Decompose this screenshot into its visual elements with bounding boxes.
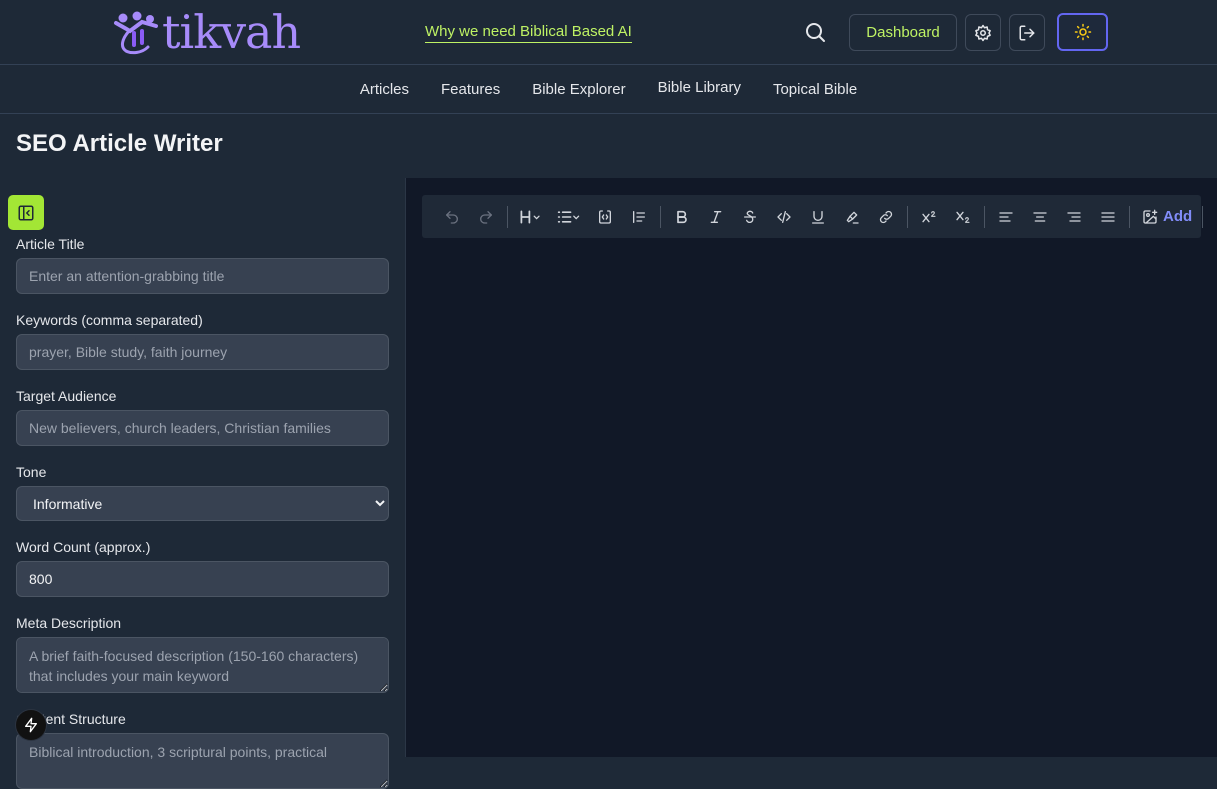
toolbar-separator: [1202, 205, 1204, 228]
article-editor[interactable]: Add: [406, 178, 1217, 757]
align-right-button[interactable]: [1061, 204, 1087, 230]
nav-item-bible-explorer[interactable]: Bible Explorer: [532, 81, 625, 98]
add-image-button[interactable]: Add: [1142, 208, 1192, 225]
logout-icon: [1019, 25, 1035, 40]
nav-item-features[interactable]: Features: [441, 81, 500, 98]
theme-toggle-button[interactable]: [1057, 13, 1108, 51]
meta-description-textarea[interactable]: [16, 637, 389, 693]
list-dropdown[interactable]: [554, 204, 584, 230]
sun-icon: [1074, 23, 1091, 41]
collapse-panel-button[interactable]: [8, 195, 44, 230]
blockquote-button[interactable]: [626, 204, 652, 230]
link-icon: [879, 210, 893, 223]
article-title-input[interactable]: [16, 258, 389, 294]
target-audience-label: Target Audience: [16, 388, 117, 404]
subscript-button[interactable]: [950, 204, 976, 230]
editor-toolbar: Add: [422, 195, 1204, 238]
toolbar-separator: [660, 205, 661, 228]
heading-dropdown[interactable]: [516, 204, 546, 230]
gear-icon: [975, 24, 991, 41]
link-button[interactable]: [873, 204, 899, 230]
bold-button[interactable]: [669, 204, 695, 230]
align-left-button[interactable]: [993, 204, 1019, 230]
toolbar-separator: [984, 205, 985, 228]
align-justify-button[interactable]: [1095, 204, 1121, 230]
tone-select[interactable]: Informative: [16, 486, 389, 521]
dashboard-button[interactable]: Dashboard: [849, 14, 957, 51]
target-audience-input[interactable]: [16, 410, 389, 446]
strikethrough-button[interactable]: [737, 204, 763, 230]
nav-item-bible-library[interactable]: Bible Library: [658, 79, 741, 96]
why-biblical-ai-link[interactable]: Why we need Biblical Based AI: [425, 23, 632, 43]
settings-button[interactable]: [965, 14, 1001, 51]
redo-icon: [480, 210, 492, 224]
blockquote-icon: [633, 210, 645, 223]
heading-icon: [520, 210, 540, 223]
underline-icon: [812, 210, 824, 224]
word-count-label: Word Count (approx.): [16, 539, 151, 555]
content-structure-textarea[interactable]: [16, 733, 389, 789]
nav-item-topical-bible[interactable]: Topical Bible: [773, 81, 857, 98]
code-block-icon: [599, 209, 611, 224]
subscript-icon: [956, 211, 970, 223]
superscript-icon: [922, 210, 936, 222]
nav-item-articles[interactable]: Articles: [360, 81, 409, 98]
search-icon: [806, 23, 825, 42]
underline-button[interactable]: [805, 204, 831, 230]
align-center-button[interactable]: [1027, 204, 1053, 230]
align-right-icon: [1067, 211, 1081, 222]
tone-label: Tone: [16, 464, 47, 480]
align-justify-icon: [1101, 211, 1115, 222]
toolbar-separator: [907, 205, 908, 228]
inline-code-button[interactable]: [771, 204, 797, 230]
undo-icon: [446, 210, 458, 224]
align-left-icon: [999, 211, 1013, 222]
keywords-label: Keywords (comma separated): [16, 312, 203, 328]
top-bar: tikvah Why we need Biblical Based AI Das…: [0, 0, 1217, 65]
logo-figures-icon: [114, 11, 158, 55]
search-button[interactable]: [803, 20, 827, 44]
undo-button[interactable]: [439, 204, 465, 230]
lightning-icon: [25, 717, 37, 733]
panel-collapse-icon: [18, 205, 34, 220]
list-icon: [557, 210, 580, 223]
highlight-button[interactable]: [839, 204, 865, 230]
italic-button[interactable]: [703, 204, 729, 230]
brand-logo[interactable]: tikvah: [112, 5, 301, 59]
code-icon: [777, 210, 791, 223]
toolbar-separator: [507, 205, 508, 228]
code-block-button[interactable]: [592, 204, 618, 230]
image-plus-icon: [1143, 209, 1158, 224]
logout-button[interactable]: [1009, 14, 1045, 51]
article-title-label: Article Title: [16, 236, 85, 252]
add-image-label: Add: [1163, 208, 1193, 225]
main-nav: Articles Features Bible Explorer Bible L…: [0, 65, 1217, 114]
strikethrough-icon: [744, 210, 756, 223]
quick-action-button[interactable]: [16, 710, 46, 740]
word-count-input[interactable]: [16, 561, 389, 597]
redo-button[interactable]: [473, 204, 499, 230]
meta-description-label: Meta Description: [16, 615, 122, 631]
italic-icon: [710, 210, 722, 223]
page-title: SEO Article Writer: [16, 130, 223, 157]
align-center-icon: [1033, 211, 1047, 222]
keywords-input[interactable]: [16, 334, 389, 370]
superscript-button[interactable]: [916, 204, 942, 230]
article-settings-panel: Article Title Keywords (comma separated)…: [0, 178, 405, 789]
highlighter-icon: [846, 211, 859, 224]
toolbar-separator: [1129, 205, 1130, 228]
bold-icon: [677, 210, 687, 223]
brand-name: tikvah: [162, 5, 301, 59]
